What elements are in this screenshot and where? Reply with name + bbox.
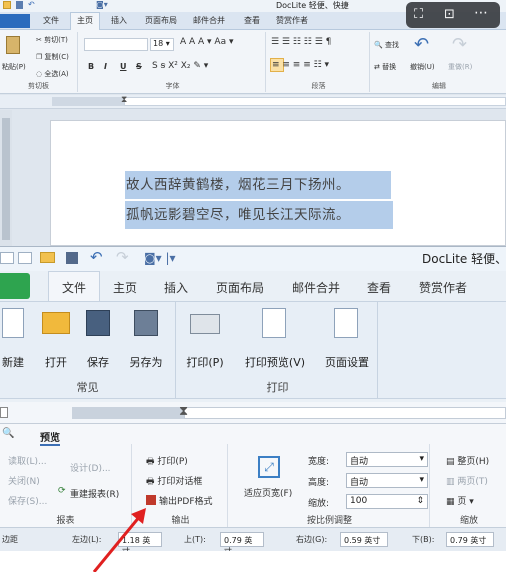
arrow-shape bbox=[92, 508, 146, 572]
annotation-arrow bbox=[92, 508, 146, 572]
